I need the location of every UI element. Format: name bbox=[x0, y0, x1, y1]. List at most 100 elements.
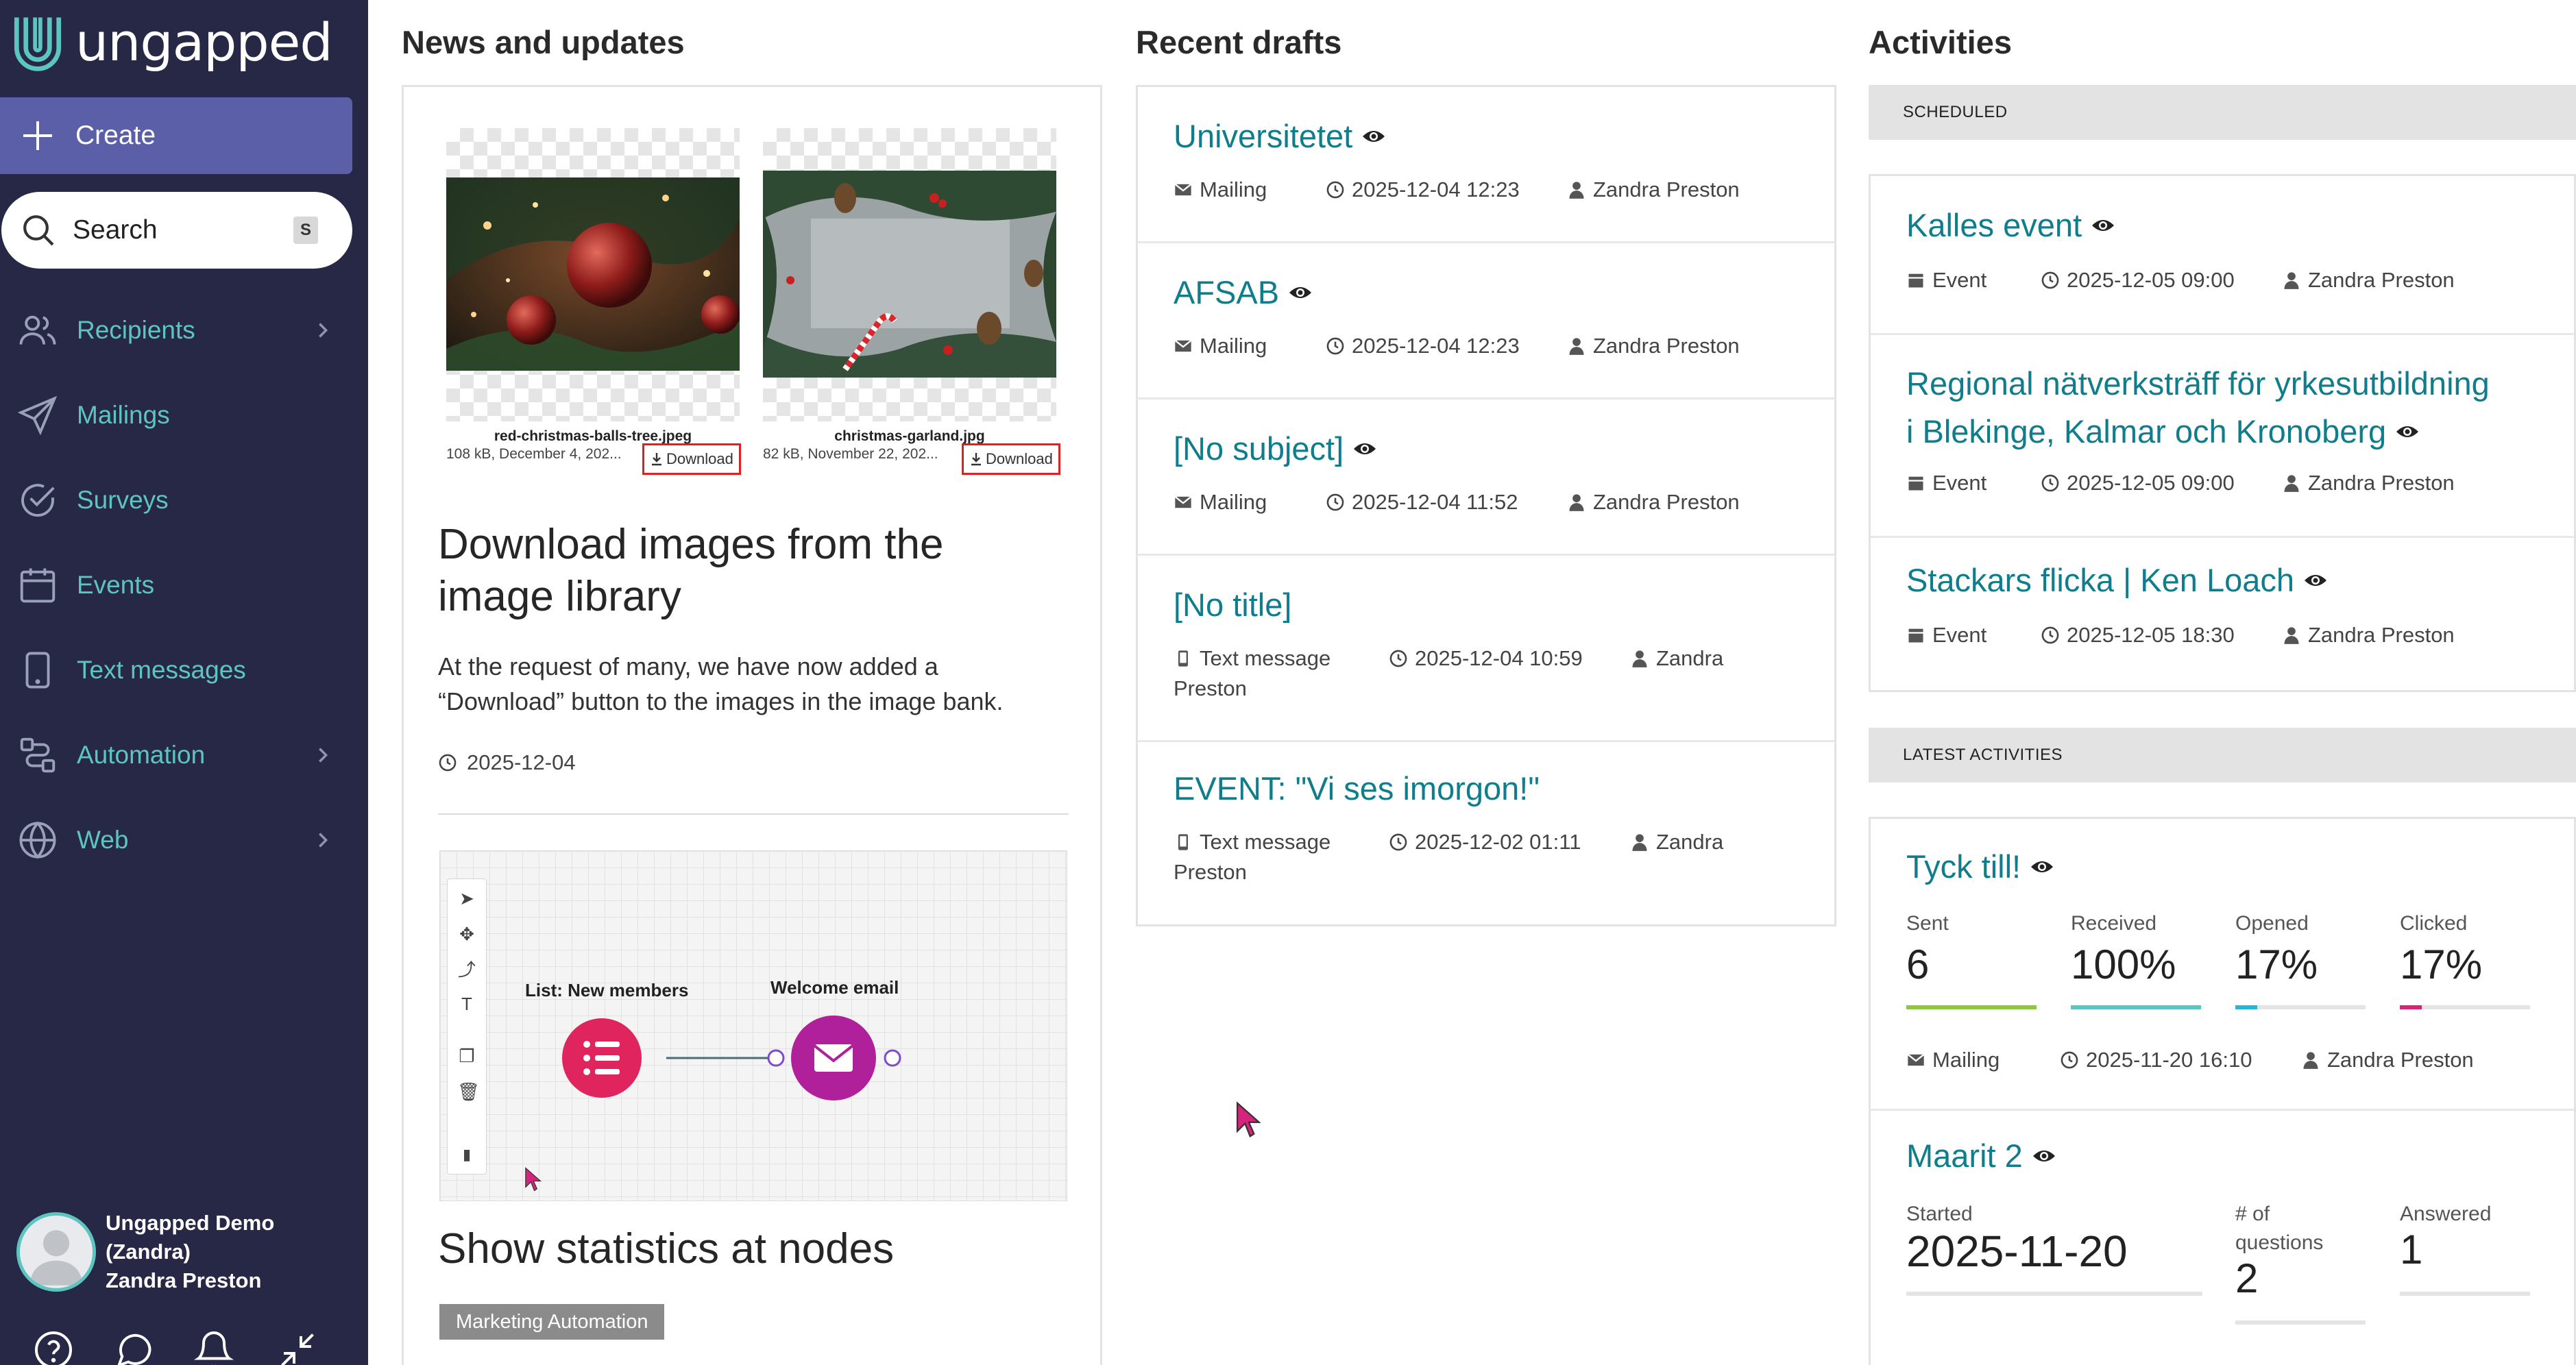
stat-bar-fill bbox=[2235, 1005, 2258, 1009]
list-item[interactable]: Universitetet Mailing 2025-12-04 12:23 Z… bbox=[1138, 87, 1834, 243]
activity-meta: Event 2025-12-05 09:00 Zandra Preston bbox=[1906, 471, 2455, 495]
draft-title-text: AFSAB bbox=[1174, 274, 1280, 310]
activity-title[interactable]: Kalles event bbox=[1906, 206, 2115, 244]
activity-time-value: 2025-11-20 16:10 bbox=[2086, 1048, 2252, 1072]
mouse-cursor-icon bbox=[1236, 1101, 1261, 1138]
stat-value: 17% bbox=[2235, 942, 2318, 987]
list-item[interactable]: Stackars flicka | Ken Loach Event 2025-1… bbox=[1871, 538, 2574, 690]
list-item[interactable]: EVENT: "Vi ses imorgon!" Text message 20… bbox=[1138, 742, 1834, 929]
activity-type: Event bbox=[1906, 471, 2041, 495]
article-heading[interactable]: Show statistics at nodes bbox=[438, 1225, 894, 1273]
user-info: Ungapped Demo (Zandra) Zandra Preston bbox=[106, 1209, 274, 1295]
activity-title[interactable]: Regional nätverksträff för yrkesutbildni… bbox=[1906, 360, 2490, 456]
christmas-garland-photo bbox=[763, 171, 1056, 378]
list-item[interactable]: Tyck till! Sent 6 Received 100% Opened 1… bbox=[1871, 819, 2574, 1111]
list-item[interactable]: Kalles event Event 2025-12-05 09:00 Zand… bbox=[1871, 176, 2574, 335]
clock-icon bbox=[1326, 337, 1344, 355]
envelope-icon bbox=[1174, 339, 1192, 352]
sidebar-item-recipients[interactable]: Recipients bbox=[0, 288, 368, 373]
activity-title[interactable]: Stackars flicka | Ken Loach bbox=[1906, 561, 2327, 599]
draft-title[interactable]: AFSAB bbox=[1174, 273, 1312, 311]
draft-time-value: 2025-12-04 10:59 bbox=[1415, 646, 1583, 670]
download-icon bbox=[971, 453, 981, 466]
stat-label: # of questions bbox=[2235, 1200, 2323, 1257]
bell-icon[interactable] bbox=[193, 1329, 234, 1365]
activity-type-label: Event bbox=[1932, 268, 1987, 292]
latest-activities-header: LATEST ACTIVITIES bbox=[1869, 728, 2576, 783]
category-tag[interactable]: Marketing Automation bbox=[439, 1304, 665, 1340]
list-item[interactable]: Maarit 2 Started 2025-11-20 # of questio… bbox=[1871, 1111, 2574, 1365]
sidebar-item-label: Events bbox=[77, 571, 155, 599]
activity-title[interactable]: Tyck till! bbox=[1906, 848, 2054, 885]
list-item[interactable]: Regional nätverksträff för yrkesutbildni… bbox=[1871, 335, 2574, 538]
scheduled-card: Kalles event Event 2025-12-05 09:00 Zand… bbox=[1869, 174, 2576, 692]
chat-icon[interactable] bbox=[114, 1329, 155, 1365]
draft-user-name: Zandra Preston bbox=[1593, 177, 1740, 201]
list-item[interactable]: [No title] Text message 2025-12-04 10:59… bbox=[1138, 556, 1834, 742]
eye-icon[interactable] bbox=[1362, 128, 1385, 145]
clock-icon bbox=[2061, 1051, 2078, 1069]
eye-icon[interactable] bbox=[2091, 217, 2115, 234]
user-icon bbox=[1569, 494, 1584, 511]
download-button[interactable]: Download bbox=[962, 443, 1060, 475]
search-button[interactable]: Search S bbox=[1, 192, 352, 269]
activity-title[interactable]: Maarit 2 bbox=[1906, 1137, 2056, 1175]
draft-type-label: Mailing bbox=[1200, 490, 1267, 514]
sidebar-item-surveys[interactable]: Surveys bbox=[0, 458, 368, 543]
collapse-icon[interactable] bbox=[277, 1329, 318, 1365]
draft-meta: Text message 2025-12-04 10:59 Zandra bbox=[1174, 646, 1723, 671]
search-label: Search bbox=[73, 215, 158, 245]
list-item[interactable]: [No subject] Mailing 2025-12-04 11:52 Za… bbox=[1138, 399, 1834, 556]
eye-icon[interactable] bbox=[1289, 284, 1312, 301]
draft-title[interactable]: EVENT: "Vi ses imorgon!" bbox=[1174, 770, 1540, 807]
stat-bar bbox=[2235, 1320, 2366, 1325]
stat-label: Sent bbox=[1906, 912, 1949, 935]
draft-type: Mailing bbox=[1174, 334, 1326, 358]
draft-time: 2025-12-04 12:23 bbox=[1326, 177, 1567, 202]
search-shortcut-badge: S bbox=[293, 217, 318, 244]
draft-user-name: Zandra bbox=[1656, 646, 1724, 670]
sidebar-item-automation[interactable]: Automation bbox=[0, 713, 368, 798]
draft-title[interactable]: Universitetet bbox=[1174, 117, 1385, 155]
eye-icon[interactable] bbox=[1353, 441, 1376, 457]
image-thumbnail-christmas-garland[interactable] bbox=[763, 128, 1056, 421]
draft-type: Mailing bbox=[1174, 177, 1326, 202]
activity-time-value: 2025-12-05 09:00 bbox=[2067, 268, 2235, 292]
list-item[interactable]: AFSAB Mailing 2025-12-04 12:23 Zandra Pr… bbox=[1138, 243, 1834, 399]
activity-time-value: 2025-12-05 09:00 bbox=[2067, 471, 2235, 495]
eye-icon[interactable] bbox=[2396, 423, 2419, 440]
sidebar-item-web[interactable]: Web bbox=[0, 798, 368, 883]
sidebar-item-mailings[interactable]: Mailings bbox=[0, 373, 368, 458]
image-thumbnail-christmas-balls[interactable] bbox=[446, 128, 740, 421]
article-heading[interactable]: Download images from the image library bbox=[438, 519, 1069, 623]
eye-icon[interactable] bbox=[2030, 859, 2054, 875]
activity-meta: Event 2025-12-05 18:30 Zandra Preston bbox=[1906, 623, 2455, 648]
draft-title[interactable]: [No title] bbox=[1174, 586, 1291, 624]
draft-user-continued: Preston bbox=[1174, 860, 1247, 884]
envelope-icon bbox=[1174, 183, 1192, 196]
sidebar-item-label: Recipients bbox=[77, 316, 195, 344]
draft-type-label: Mailing bbox=[1200, 334, 1267, 358]
envelope-icon bbox=[1174, 495, 1192, 508]
activity-time: 2025-12-05 09:00 bbox=[2041, 268, 2282, 293]
draft-title[interactable]: [No subject] bbox=[1174, 430, 1376, 467]
stat-label: Clicked bbox=[2400, 912, 2468, 935]
stat-bar-fill bbox=[2071, 1005, 2201, 1009]
sidebar-item-label: Automation bbox=[77, 741, 206, 769]
brand-logo[interactable]: ungapped bbox=[4, 10, 333, 75]
user-profile[interactable]: Ungapped Demo (Zandra) Zandra Preston bbox=[16, 1207, 359, 1296]
help-icon[interactable] bbox=[33, 1329, 74, 1365]
eye-icon[interactable] bbox=[2032, 1148, 2056, 1164]
eye-icon[interactable] bbox=[2304, 572, 2327, 589]
user-icon bbox=[1632, 650, 1647, 667]
sidebar-item-events[interactable]: Events bbox=[0, 543, 368, 628]
sidebar-item-label: Text messages bbox=[77, 656, 246, 684]
download-button[interactable]: Download bbox=[642, 443, 741, 475]
user-account-suffix: (Zandra) bbox=[106, 1240, 191, 1264]
search-icon bbox=[23, 215, 54, 246]
create-button[interactable]: Create bbox=[0, 97, 352, 174]
stat-bar bbox=[2400, 1292, 2530, 1296]
sidebar: ungapped Create Search S Recipients Mail… bbox=[0, 0, 368, 1365]
activity-meta: Mailing 2025-11-20 16:10 Zandra Preston bbox=[1906, 1048, 2474, 1072]
sidebar-item-text-messages[interactable]: Text messages bbox=[0, 628, 368, 713]
